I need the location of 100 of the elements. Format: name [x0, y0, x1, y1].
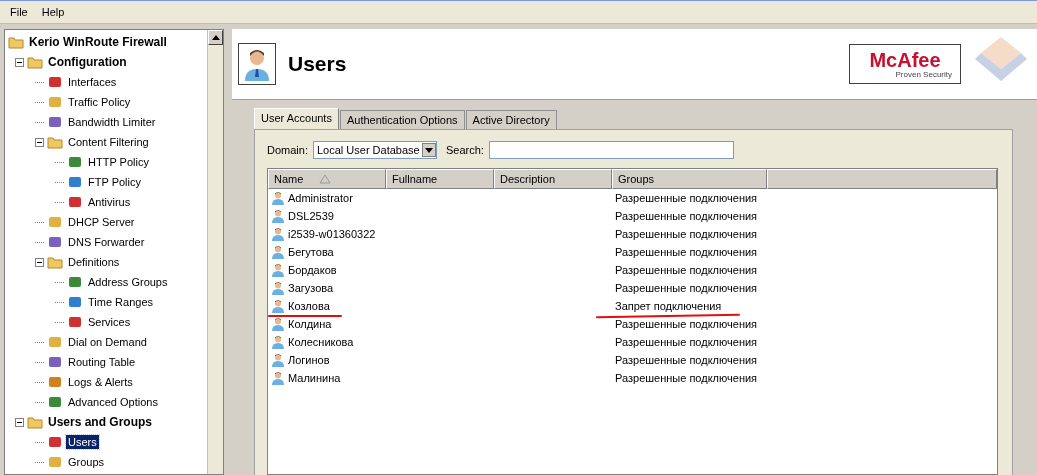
user-icon — [272, 317, 284, 331]
page-title: Users — [288, 52, 348, 76]
user-icon — [272, 245, 284, 259]
search-label: Search: — [445, 144, 484, 156]
table-cell: Колесникова — [288, 336, 354, 348]
table-cell: Разрешенные подключения — [615, 264, 758, 276]
table-cell: Загузова — [288, 282, 334, 294]
module-icon — [47, 354, 63, 370]
user-icon — [272, 263, 284, 277]
menu-item[interactable]: Help — [41, 6, 65, 18]
tree-item[interactable]: Time Ranges — [86, 295, 155, 309]
column-header[interactable]: Fullname — [386, 169, 494, 189]
sort-ascending-icon — [319, 174, 332, 184]
tree-item[interactable]: Advanced Options — [66, 395, 160, 409]
table-cell: Козлова — [288, 300, 330, 312]
tree-item[interactable]: Groups — [66, 455, 107, 469]
module-icon — [47, 214, 63, 230]
folder-icon — [27, 54, 43, 70]
user-icon — [272, 353, 284, 367]
table-cell: Колдина — [288, 318, 332, 330]
tree-item[interactable]: Antivirus — [86, 195, 133, 209]
tree-item[interactable]: Routing Table — [66, 355, 138, 369]
tab[interactable]: Authentication Options — [339, 110, 465, 129]
table-cell: Бордаков — [288, 264, 337, 276]
table-cell: Малинина — [288, 372, 341, 384]
tree-item[interactable]: Logs & Alerts — [66, 375, 135, 389]
user-icon — [238, 43, 276, 85]
user-icon — [272, 191, 284, 205]
tree-item[interactable]: Content Filtering — [66, 135, 151, 149]
module-icon — [47, 454, 63, 470]
table-cell: DSL2539 — [288, 210, 334, 222]
user-icon — [272, 371, 284, 385]
user-icon — [272, 299, 284, 313]
folder-icon — [47, 254, 63, 270]
domain-dropdown[interactable]: Local User Database — [312, 141, 437, 159]
menu-item[interactable]: File — [10, 6, 28, 18]
tree-item[interactable]: Definitions — [66, 255, 122, 269]
tree-item[interactable]: Address Groups — [86, 275, 170, 289]
tree-item[interactable]: FTP Policy — [86, 175, 143, 189]
domain-label: Domain: — [267, 144, 308, 156]
collapse-toggle[interactable] — [15, 417, 24, 427]
tree-item[interactable]: Users and Groups — [46, 414, 155, 430]
tree-item[interactable]: Users — [66, 435, 99, 449]
module-icon — [47, 334, 63, 350]
tree-item[interactable]: Traffic Policy — [66, 95, 133, 109]
tree-item[interactable]: Bandwidth Limiter — [66, 115, 158, 129]
module-icon — [47, 94, 63, 110]
table-cell: Разрешенные подключения — [615, 192, 758, 204]
table-cell: Разрешенные подключения — [615, 210, 758, 222]
folder-icon — [27, 414, 43, 430]
tree-item[interactable]: DNS Forwarder — [66, 235, 147, 249]
table-cell: Administrator — [288, 192, 353, 204]
table-cell: Разрешенные подключения — [615, 246, 758, 258]
module-icon — [67, 314, 83, 330]
table-cell: Запрет подключения — [615, 300, 722, 312]
table-cell: Логинов — [288, 354, 330, 366]
module-icon — [47, 374, 63, 390]
scrollbar[interactable] — [207, 30, 223, 474]
module-icon — [47, 394, 63, 410]
module-icon — [67, 154, 83, 170]
column-header[interactable]: Name — [268, 169, 386, 189]
search-field[interactable] — [488, 141, 734, 159]
user-icon — [272, 335, 284, 349]
module-icon — [47, 114, 63, 130]
table-cell: Бегутова — [288, 246, 334, 258]
module-icon — [67, 194, 83, 210]
user-icon — [272, 281, 284, 295]
column-header[interactable]: Description — [494, 169, 612, 189]
tree-item[interactable]: Dial on Demand — [66, 335, 149, 349]
module-icon — [47, 74, 63, 90]
module-icon — [47, 234, 63, 250]
column-header[interactable]: Groups — [612, 169, 767, 189]
tree-item[interactable]: Kerio WinRoute Firewall — [27, 34, 169, 50]
tree-item[interactable]: Interfaces — [66, 75, 119, 89]
tree-item[interactable]: DHCP Server — [66, 215, 137, 229]
scroll-up-button[interactable] — [208, 30, 223, 45]
tree-item[interactable]: Configuration — [46, 54, 129, 70]
table-cell: Разрешенные подключения — [615, 318, 758, 330]
up-arrow-icon — [211, 35, 220, 40]
tree-item[interactable]: Services — [86, 315, 133, 329]
table-cell: Разрешенные подключения — [615, 336, 758, 348]
module-icon — [67, 294, 83, 310]
tree-item[interactable]: HTTP Policy — [86, 155, 151, 169]
module-icon — [67, 174, 83, 190]
tab[interactable]: Active Directory — [465, 110, 557, 129]
dropdown-arrow-icon — [424, 147, 433, 153]
brand-logo: McAfee Proven Security — [849, 44, 961, 84]
user-icon — [272, 227, 284, 241]
collapse-toggle[interactable] — [15, 57, 24, 67]
module-icon — [47, 434, 63, 450]
table-cell: Разрешенные подключения — [615, 354, 758, 366]
collapse-toggle[interactable] — [35, 257, 44, 267]
table-cell: Разрешенные подключения — [615, 228, 758, 240]
table-cell: Разрешенные подключения — [615, 282, 758, 294]
folder-icon — [8, 34, 24, 50]
user-icon — [272, 209, 284, 223]
collapse-toggle[interactable] — [35, 137, 44, 147]
tab[interactable]: User Accounts — [254, 108, 339, 129]
table-cell: i2539-w01360322 — [288, 228, 376, 240]
table-cell: Разрешенные подключения — [615, 372, 758, 384]
